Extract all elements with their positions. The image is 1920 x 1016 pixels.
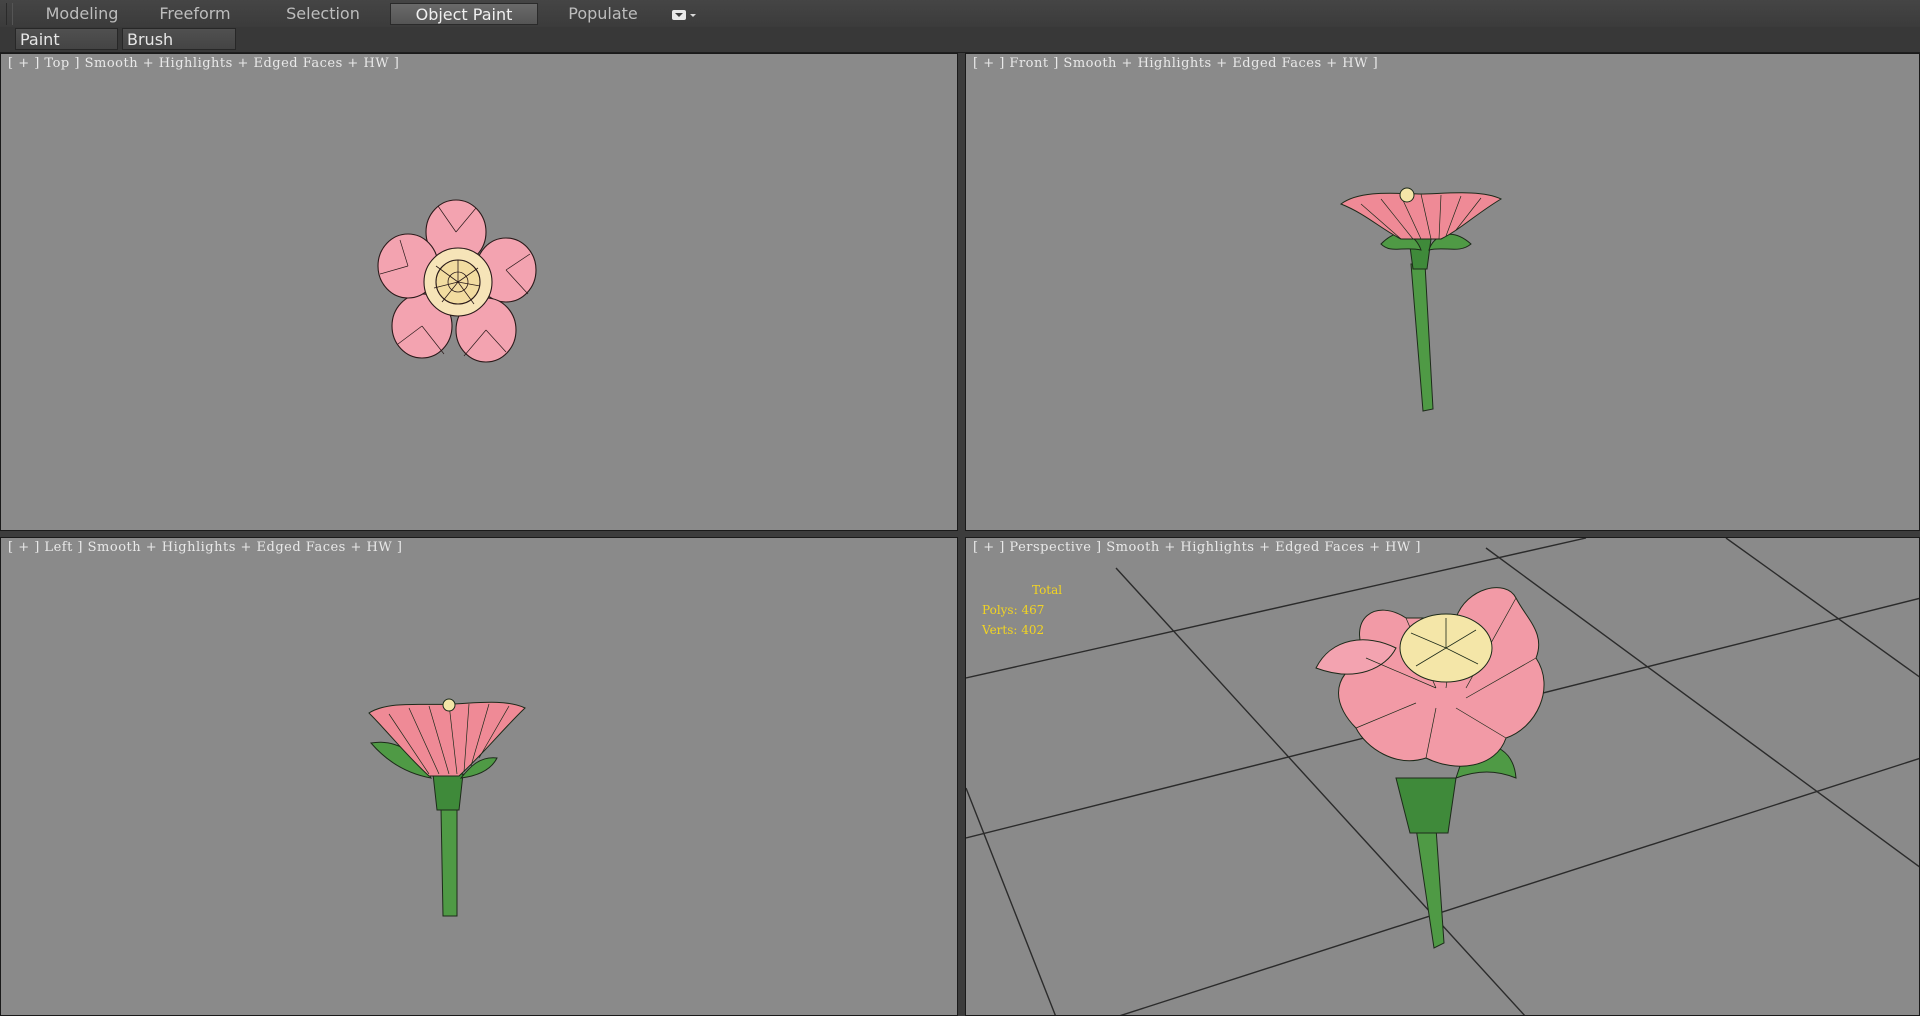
viewport-left[interactable]: [ + ] Left ] Smooth + Highlights + Edged… — [0, 537, 958, 1016]
tab-modeling[interactable]: Modeling — [22, 3, 142, 25]
flower-front-view — [1339, 187, 1503, 412]
brush-settings-button[interactable]: Brush Settings — [122, 28, 236, 71]
stem — [1415, 827, 1445, 949]
flower-left-view — [368, 698, 526, 917]
flower-perspective-view — [966, 538, 1919, 1015]
viewport-label-left[interactable]: [ + ] Left ] Smooth + Highlights + Edged… — [8, 540, 402, 555]
stem — [1410, 263, 1434, 412]
tab-populate[interactable]: Populate — [544, 3, 662, 25]
viewport-label-top[interactable]: [ + ] Top ] Smooth + Highlights + Edged … — [8, 56, 399, 71]
stats-polys: Polys: 467 — [982, 603, 1045, 617]
viewport-label-perspective[interactable]: [ + ] Perspective ] Smooth + Highlights … — [973, 540, 1421, 555]
tab-freeform[interactable]: Freeform — [136, 3, 254, 25]
stem — [440, 807, 458, 917]
statistics-overlay: Total Polys: 467 Verts: 402 — [982, 580, 1062, 640]
flower-bloom — [368, 701, 526, 777]
stats-total-label: Total — [1032, 583, 1063, 597]
paint-objects-button[interactable]: Paint Objects — [15, 28, 118, 71]
flower-top-view — [377, 199, 537, 363]
tab-selection[interactable]: Selection — [262, 3, 384, 25]
viewport-front[interactable]: [ + ] Front ] Smooth + Highlights + Edge… — [965, 53, 1920, 531]
stats-verts: Verts: 402 — [982, 623, 1045, 637]
viewport-label-front[interactable]: [ + ] Front ] Smooth + Highlights + Edge… — [973, 56, 1378, 71]
viewport-perspective[interactable]: [ + ] Perspective ] Smooth + Highlights … — [965, 537, 1920, 1016]
viewport-top[interactable]: [ + ] Top ] Smooth + Highlights + Edged … — [0, 53, 958, 531]
home-grid — [966, 538, 1919, 1015]
flower-bloom — [1339, 192, 1503, 240]
ribbon-grip[interactable] — [6, 3, 13, 25]
ribbon-tab-bar: Modeling Freeform Selection Object Paint… — [0, 0, 1920, 28]
object-paint-panel: Paint Objects Brush Settings — [0, 27, 1920, 71]
toggle-ribbon-icon[interactable] — [672, 7, 698, 21]
tab-object-paint[interactable]: Object Paint — [390, 3, 538, 25]
